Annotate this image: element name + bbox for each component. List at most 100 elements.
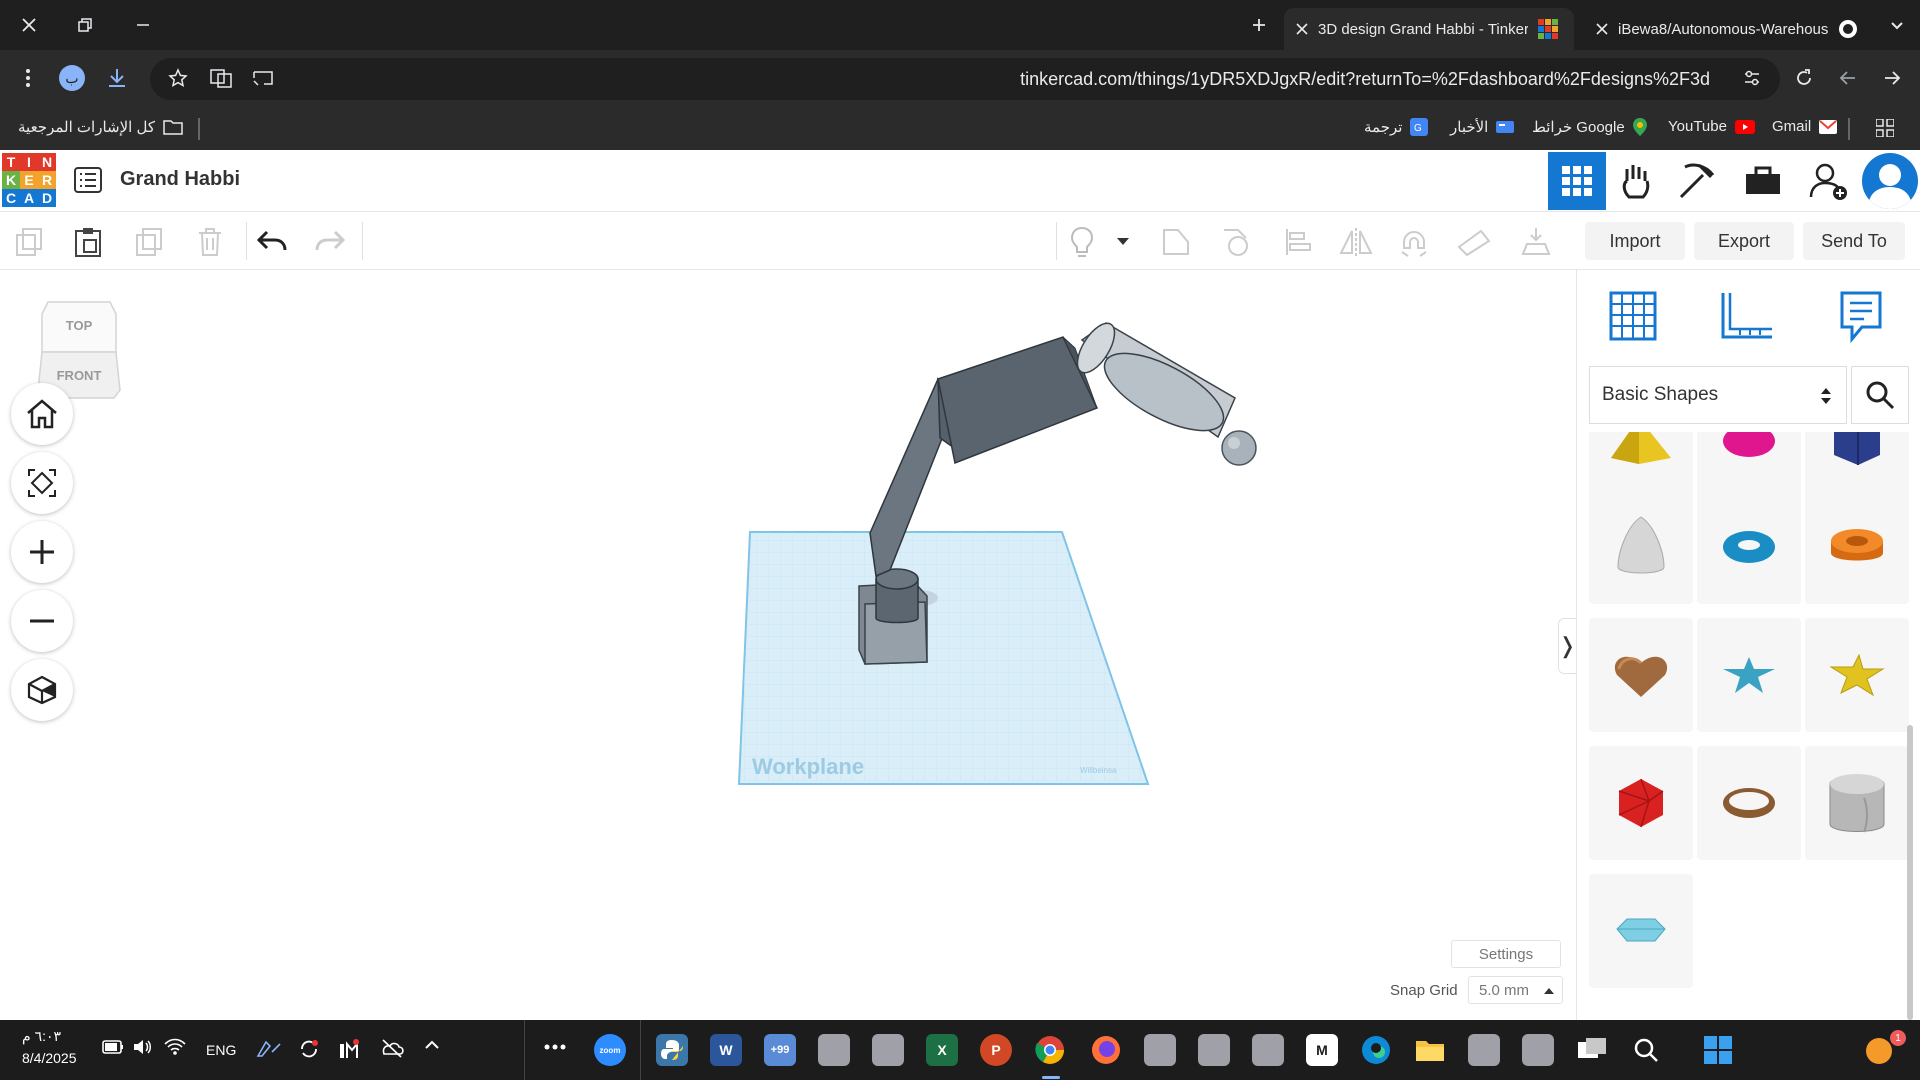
shape-polygon[interactable] xyxy=(1805,432,1909,498)
bookmark-youtube[interactable]: YouTube xyxy=(1668,118,1755,135)
panel-scrollbar[interactable] xyxy=(1907,725,1913,1020)
chevron-down-icon[interactable] xyxy=(1110,222,1136,262)
task-view-icon[interactable] xyxy=(1576,1034,1608,1066)
back-arrow-icon[interactable] xyxy=(1836,66,1860,90)
cruise-magnet-icon[interactable] xyxy=(1394,222,1434,262)
tab-tinkercad[interactable]: 3D design Grand Habbi - Tinker xyxy=(1284,8,1574,50)
cast-icon[interactable] xyxy=(252,68,274,88)
shape-pyramid[interactable] xyxy=(1589,432,1693,498)
close-tab-icon[interactable] xyxy=(1296,23,1308,35)
reload-icon[interactable] xyxy=(1792,66,1816,90)
send-to-button[interactable]: Send To xyxy=(1803,222,1905,260)
site-settings-icon[interactable] xyxy=(1742,68,1762,88)
minimize-window-icon[interactable] xyxy=(130,12,156,38)
sync-icon[interactable] xyxy=(298,1038,320,1060)
new-tab-icon[interactable] xyxy=(1246,12,1272,38)
shape-icosahedron[interactable] xyxy=(1589,746,1693,860)
edge-app-icon[interactable] xyxy=(1360,1034,1392,1066)
profile-avatar[interactable]: ب xyxy=(59,65,85,91)
shape-star[interactable] xyxy=(1697,618,1801,732)
workplane-scene[interactable] xyxy=(700,310,1300,790)
firefox-app-icon[interactable] xyxy=(1090,1034,1122,1066)
file-explorer-icon[interactable] xyxy=(1414,1034,1446,1066)
user-avatar[interactable] xyxy=(1862,153,1918,209)
bookmark-news[interactable]: الأخبار xyxy=(1450,118,1515,136)
chrome-app-icon[interactable] xyxy=(1034,1034,1066,1066)
fit-view-button[interactable] xyxy=(11,452,73,514)
windows-start-icon[interactable] xyxy=(1702,1034,1734,1066)
excel-app-icon[interactable]: X xyxy=(926,1034,958,1066)
more-apps-icon[interactable] xyxy=(544,1044,566,1050)
restore-window-icon[interactable] xyxy=(72,12,98,38)
clock-time[interactable]: ٦:٠٣ م xyxy=(22,1028,61,1045)
sim-lab-hand-icon[interactable] xyxy=(1612,158,1658,204)
shape-half-sphere[interactable] xyxy=(1697,432,1801,498)
export-button[interactable]: Export xyxy=(1694,222,1794,260)
shape-hexagonal-prism[interactable] xyxy=(1589,874,1693,988)
powerpoint-app-icon[interactable]: P xyxy=(980,1034,1012,1066)
pen-tray-icon[interactable] xyxy=(256,1038,282,1058)
tab-search-chevron-icon[interactable] xyxy=(1884,12,1910,38)
zoom-in-button[interactable] xyxy=(11,521,73,583)
perspective-button[interactable] xyxy=(11,659,73,721)
battery-icon[interactable] xyxy=(102,1040,124,1054)
url-field[interactable]: tinkercad.com/things/1yDR5XDJgxR/edit?re… xyxy=(150,58,1780,100)
onedrive-off-icon[interactable] xyxy=(380,1038,404,1058)
forward-arrow-icon[interactable] xyxy=(1880,66,1904,90)
ungroup-shape-icon[interactable] xyxy=(1216,222,1256,262)
copilot-icon[interactable] xyxy=(1866,1038,1892,1064)
all-bookmarks-folder[interactable]: كل الإشارات المرجعية xyxy=(18,118,183,136)
import-button[interactable]: Import xyxy=(1585,222,1685,260)
shape-ring[interactable] xyxy=(1697,746,1801,860)
home-view-button[interactable] xyxy=(11,383,73,445)
shape-paraboloid[interactable] xyxy=(1589,490,1693,604)
app-placeholder-icon[interactable] xyxy=(1198,1034,1230,1066)
photos-app-icon[interactable]: +99 xyxy=(764,1034,796,1066)
browser-menu-icon[interactable] xyxy=(16,66,40,90)
collapse-panel-button[interactable]: ❭ xyxy=(1558,618,1577,674)
align-icon[interactable] xyxy=(1278,222,1318,262)
shape-torus[interactable] xyxy=(1697,490,1801,604)
shapes-library-select[interactable]: Basic Shapes xyxy=(1589,366,1847,424)
app-placeholder-icon[interactable] xyxy=(1522,1034,1554,1066)
tinkercad-logo[interactable]: T I N K E R C A D xyxy=(2,153,56,207)
app-tray-icon[interactable] xyxy=(338,1038,360,1060)
design-title[interactable]: Grand Habbi xyxy=(120,168,240,191)
volume-icon[interactable] xyxy=(132,1038,152,1056)
language-indicator[interactable]: ENG xyxy=(206,1042,236,1058)
close-tab-icon[interactable] xyxy=(1596,23,1608,35)
design-list-icon[interactable] xyxy=(74,166,102,194)
workplane-grid-icon[interactable] xyxy=(1605,288,1661,344)
m-app-icon[interactable]: M xyxy=(1306,1034,1338,1066)
word-app-icon[interactable]: W xyxy=(710,1034,742,1066)
drop-to-workplane-icon[interactable] xyxy=(1516,222,1556,262)
zoom-app-icon[interactable]: zoom xyxy=(594,1034,626,1066)
bookmark-maps[interactable]: خرائط Google xyxy=(1532,118,1647,136)
lessons-briefcase-icon[interactable] xyxy=(1740,158,1786,204)
translate-page-icon[interactable] xyxy=(210,68,232,88)
3d-view-grid-icon[interactable] xyxy=(1548,152,1606,210)
group-shape-icon[interactable] xyxy=(1156,222,1196,262)
tab-github[interactable]: iBewa8/Autonomous-Warehous xyxy=(1584,8,1880,50)
wifi-icon[interactable] xyxy=(164,1038,186,1056)
ruler-pen-icon[interactable] xyxy=(1454,222,1494,262)
invite-user-icon[interactable] xyxy=(1806,158,1852,204)
bookmark-gmail[interactable]: Gmail xyxy=(1772,118,1838,135)
download-icon[interactable] xyxy=(104,65,130,91)
bookmark-star-icon[interactable] xyxy=(168,68,188,88)
search-taskbar-icon[interactable] xyxy=(1630,1034,1662,1066)
apps-grid-icon[interactable] xyxy=(1876,119,1894,137)
tray-expand-chevron-icon[interactable] xyxy=(424,1040,440,1050)
undo-icon[interactable] xyxy=(252,222,292,262)
app-placeholder-icon[interactable] xyxy=(872,1034,904,1066)
clock-date[interactable]: 8/4/2025 xyxy=(22,1050,77,1066)
shape-tube[interactable] xyxy=(1805,490,1909,604)
redo-icon[interactable] xyxy=(310,222,350,262)
3d-workspace[interactable]: TOP FRONT Workplane Willbeinsa Settings … xyxy=(0,270,1577,1020)
search-icon[interactable] xyxy=(1851,366,1909,424)
app-placeholder-icon[interactable] xyxy=(1144,1034,1176,1066)
bookmark-translate[interactable]: ترجمة G xyxy=(1364,118,1429,136)
shape-heart[interactable] xyxy=(1589,618,1693,732)
app-placeholder-icon[interactable] xyxy=(1468,1034,1500,1066)
copy-icon[interactable] xyxy=(10,222,50,262)
